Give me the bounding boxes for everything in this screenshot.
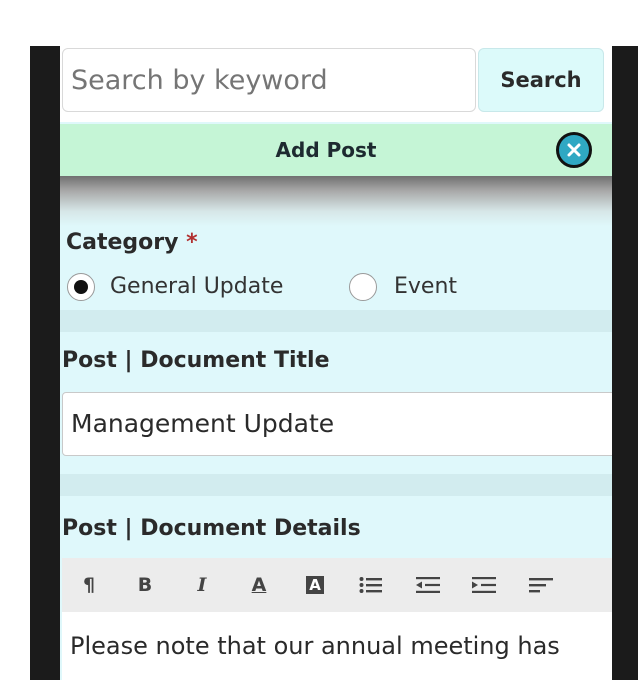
align-left-button[interactable]: [524, 568, 558, 602]
radio-label-event[interactable]: Event: [394, 273, 457, 301]
radio-selected-dot: [74, 280, 88, 294]
highlight-button[interactable]: A: [298, 568, 332, 602]
close-button[interactable]: [556, 132, 592, 168]
radio-general-update[interactable]: [67, 273, 95, 301]
paragraph-button[interactable]: ¶: [72, 568, 106, 602]
radio-label-general-update[interactable]: General Update: [110, 273, 283, 301]
category-label: Category *: [66, 230, 198, 255]
highlight-icon: A: [306, 576, 324, 594]
add-post-title: Add Post: [275, 138, 377, 162]
search-bar: Search: [60, 46, 612, 122]
italic-button[interactable]: I: [185, 568, 219, 602]
required-marker: *: [186, 230, 198, 255]
section-divider: [60, 310, 612, 332]
category-radio-group: General Update Event: [60, 268, 612, 310]
search-button[interactable]: Search: [478, 48, 604, 112]
radio-event[interactable]: [349, 273, 377, 301]
search-input[interactable]: [62, 48, 476, 112]
font-color-icon: A: [251, 574, 267, 596]
align-left-icon: [529, 578, 553, 593]
bullet-list-icon: [359, 577, 382, 593]
font-color-button[interactable]: A: [242, 568, 276, 602]
bold-button[interactable]: B: [128, 568, 162, 602]
indent-icon: [472, 577, 496, 593]
paragraph-icon: ¶: [82, 574, 96, 596]
category-label-text: Category: [66, 230, 179, 255]
outdent-icon: [416, 577, 440, 593]
add-post-header: Add Post: [60, 124, 612, 176]
bullet-list-button[interactable]: [354, 568, 388, 602]
app-screen: Search Add Post Category * General Updat…: [60, 46, 612, 680]
indent-button[interactable]: [467, 568, 501, 602]
close-icon: [567, 143, 581, 157]
post-title-input[interactable]: Management Update: [62, 392, 612, 456]
section-divider: [60, 474, 612, 496]
editor-toolbar: ¶ B I A A: [62, 558, 612, 612]
phone-bezel-right: [612, 46, 638, 680]
italic-icon: I: [197, 574, 207, 596]
post-title-label: Post | Document Title: [62, 348, 330, 373]
post-details-editor[interactable]: Please note that our annual meeting has: [62, 612, 612, 680]
bold-icon: B: [137, 574, 153, 596]
post-details-label: Post | Document Details: [62, 516, 361, 541]
header-shadow: [60, 176, 612, 226]
outdent-button[interactable]: [411, 568, 445, 602]
phone-bezel-left: [30, 46, 60, 680]
